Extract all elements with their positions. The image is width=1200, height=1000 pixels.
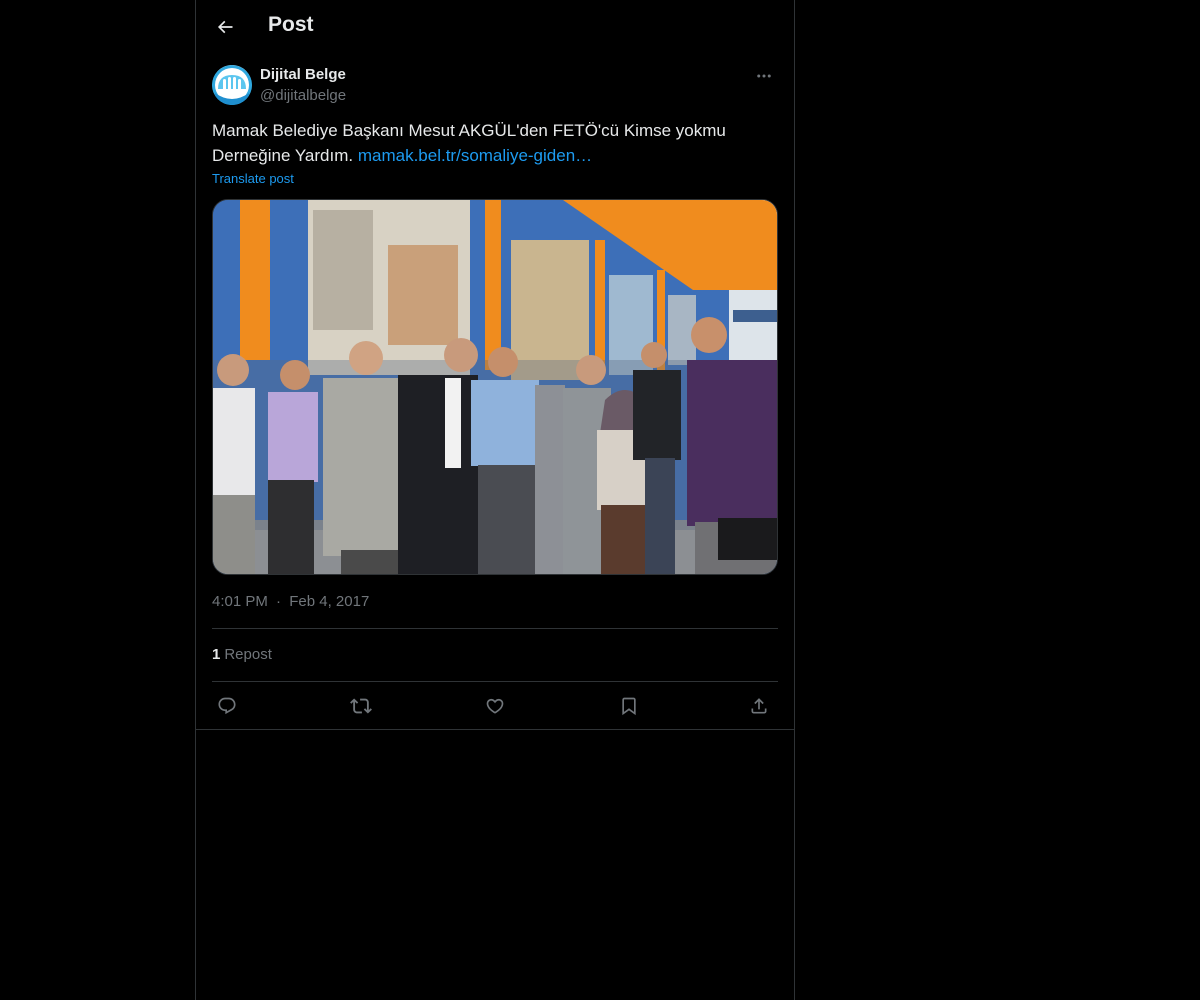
like-button[interactable] — [480, 692, 510, 720]
post-image[interactable] — [212, 199, 778, 575]
more-horizontal-icon — [757, 74, 771, 78]
timestamp-separator: · — [276, 593, 282, 610]
translate-post-link[interactable]: Translate post — [212, 171, 294, 186]
post-date: Feb 4, 2017 — [289, 593, 370, 610]
page-title: Post — [268, 13, 314, 36]
action-bar — [212, 692, 778, 720]
reply-button[interactable] — [212, 692, 242, 720]
reply-icon — [218, 697, 236, 715]
post-bottom-border — [196, 729, 794, 730]
like-icon — [486, 698, 504, 714]
repost-label: Repost — [224, 646, 272, 663]
author-name[interactable]: Dijital Belge — [260, 66, 346, 83]
avatar[interactable] — [212, 65, 252, 105]
divider — [212, 681, 778, 682]
divider — [212, 628, 778, 629]
back-button[interactable] — [208, 10, 242, 44]
arrow-left-icon — [217, 20, 233, 34]
repost-count: 1 — [212, 646, 221, 663]
post-time: 4:01 PM — [212, 593, 268, 610]
author-row: Dijital Belge @dijitalbelge — [212, 64, 778, 108]
repost-icon — [350, 698, 372, 714]
more-button[interactable] — [750, 64, 778, 88]
post-photo — [213, 200, 777, 574]
author-handle[interactable]: @dijitalbelge — [260, 87, 346, 104]
logo-icon — [212, 65, 252, 105]
share-icon — [751, 698, 767, 714]
post-column: Post Dijital Belge @dijitalbelge Mamak B… — [195, 0, 795, 1000]
post-header: Post — [196, 0, 794, 54]
repost-button[interactable] — [346, 692, 376, 720]
bookmark-button[interactable] — [614, 692, 644, 720]
bookmark-icon — [622, 697, 636, 716]
post-text: Mamak Belediye Başkanı Mesut AKGÜL'den F… — [212, 118, 778, 168]
post-timestamp[interactable]: 4:01 PM · Feb 4, 2017 — [212, 593, 369, 610]
post-link[interactable]: mamak.bel.tr/somaliye-giden… — [358, 146, 592, 165]
share-button[interactable] — [744, 692, 774, 720]
repost-stats[interactable]: 1 Repost — [212, 646, 272, 663]
